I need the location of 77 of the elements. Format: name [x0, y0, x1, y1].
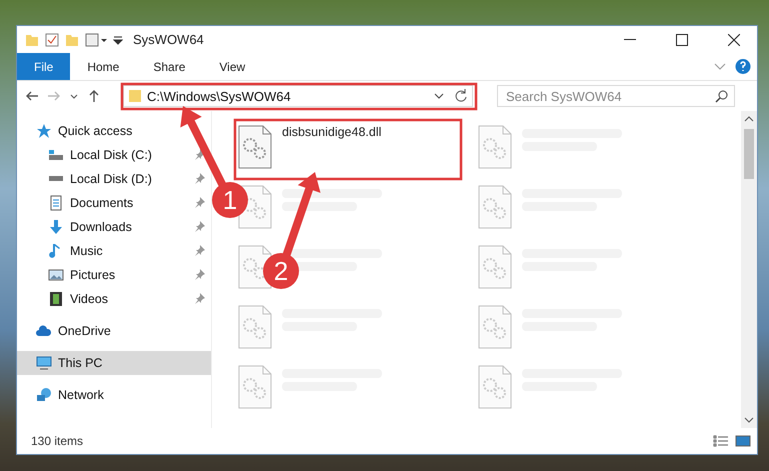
item-count: 130 items: [31, 434, 84, 448]
details-view-icon[interactable]: [713, 435, 729, 447]
star-icon: [36, 123, 52, 139]
folder-icon: [128, 89, 142, 103]
minimize-icon: [624, 38, 636, 40]
scrollbar-thumb[interactable]: [744, 129, 754, 179]
dll-file-icon: [238, 365, 272, 409]
file-name: disbsunidige48.dll: [282, 125, 382, 139]
checklist-icon[interactable]: [45, 32, 59, 46]
sidebar-item[interactable]: Quick access: [17, 119, 211, 143]
sidebar-label: Music: [70, 244, 103, 258]
folder-icon: [25, 32, 39, 46]
network-icon: [36, 387, 52, 403]
pin-icon[interactable]: [194, 245, 205, 256]
pin-icon[interactable]: [194, 293, 205, 304]
dll-file-icon: [478, 125, 512, 169]
sidebar-label: Local Disk (C:): [70, 148, 152, 162]
back-arrow-icon[interactable]: [25, 89, 39, 103]
drive-icon: [48, 147, 64, 163]
pin-icon[interactable]: [194, 197, 205, 208]
address-path: C:\Windows\SysWOW64: [147, 88, 292, 104]
search-field[interactable]: Search SysWOW64: [497, 85, 735, 107]
sidebar-label: Documents: [70, 196, 134, 210]
maximize-icon: [676, 34, 688, 46]
sidebar-label: Downloads: [70, 220, 132, 234]
ribbon-tab[interactable]: Home: [70, 53, 136, 80]
pin-icon[interactable]: [194, 149, 205, 160]
sidebar-item[interactable]: Videos: [17, 287, 211, 311]
dll-file-icon: [478, 365, 512, 409]
sidebar-label: Quick access: [58, 124, 132, 138]
ribbon-tab[interactable]: Share: [136, 53, 202, 80]
pin-icon[interactable]: [194, 269, 205, 280]
properties-icon[interactable]: [85, 32, 107, 46]
file-item[interactable]: disbsunidige48.dll: [232, 121, 472, 181]
picture-icon: [48, 267, 64, 283]
scroll-up-icon[interactable]: [744, 115, 754, 123]
download-icon: [48, 219, 64, 235]
sidebar-item[interactable]: This PC: [17, 351, 211, 375]
window-title: SysWOW64: [133, 32, 204, 47]
sidebar-label: OneDrive: [58, 324, 111, 338]
step-badge: 2: [263, 253, 299, 289]
ribbon-tab[interactable]: View: [202, 53, 262, 80]
sidebar-item[interactable]: Pictures: [17, 263, 211, 287]
sidebar-label: Network: [58, 388, 104, 402]
sidebar-item[interactable]: Network: [17, 383, 211, 407]
sidebar-item[interactable]: Documents: [17, 191, 211, 215]
sidebar-item[interactable]: Downloads: [17, 215, 211, 239]
monitor-icon: [36, 355, 52, 371]
thumbnail-view-icon[interactable]: [735, 435, 751, 447]
close-icon: [728, 34, 740, 46]
sidebar-label: Videos: [70, 292, 108, 306]
sidebar-label: Pictures: [70, 268, 116, 282]
scroll-down-icon[interactable]: [744, 416, 754, 424]
pin-icon[interactable]: [194, 221, 205, 232]
sidebar-item[interactable]: Local Disk (C:): [17, 143, 211, 167]
address-field[interactable]: C:\Windows\SysWOW64: [123, 85, 473, 107]
dll-file-icon: [238, 305, 272, 349]
film-icon: [48, 291, 64, 307]
dll-file-icon: [238, 125, 272, 169]
up-arrow-icon[interactable]: [87, 89, 101, 103]
scrollbar[interactable]: [741, 111, 757, 428]
cloud-icon: [36, 323, 52, 339]
search-icon: [715, 90, 728, 102]
dll-file-icon: [478, 245, 512, 289]
dropdown-icon[interactable]: [113, 34, 123, 46]
drive-icon: [48, 176, 64, 182]
step-badge: 1: [212, 182, 248, 218]
file-menu-tab[interactable]: File: [17, 53, 70, 80]
document-icon: [48, 195, 64, 211]
sidebar-item[interactable]: OneDrive: [17, 319, 211, 343]
sidebar-label: This PC: [58, 356, 102, 370]
sidebar-label: Local Disk (D:): [70, 172, 152, 186]
sidebar-item[interactable]: Local Disk (D:): [17, 167, 211, 191]
sidebar-item[interactable]: Music: [17, 239, 211, 263]
dll-file-icon: [478, 185, 512, 229]
pin-icon[interactable]: [194, 173, 205, 184]
dll-file-icon: [478, 305, 512, 349]
